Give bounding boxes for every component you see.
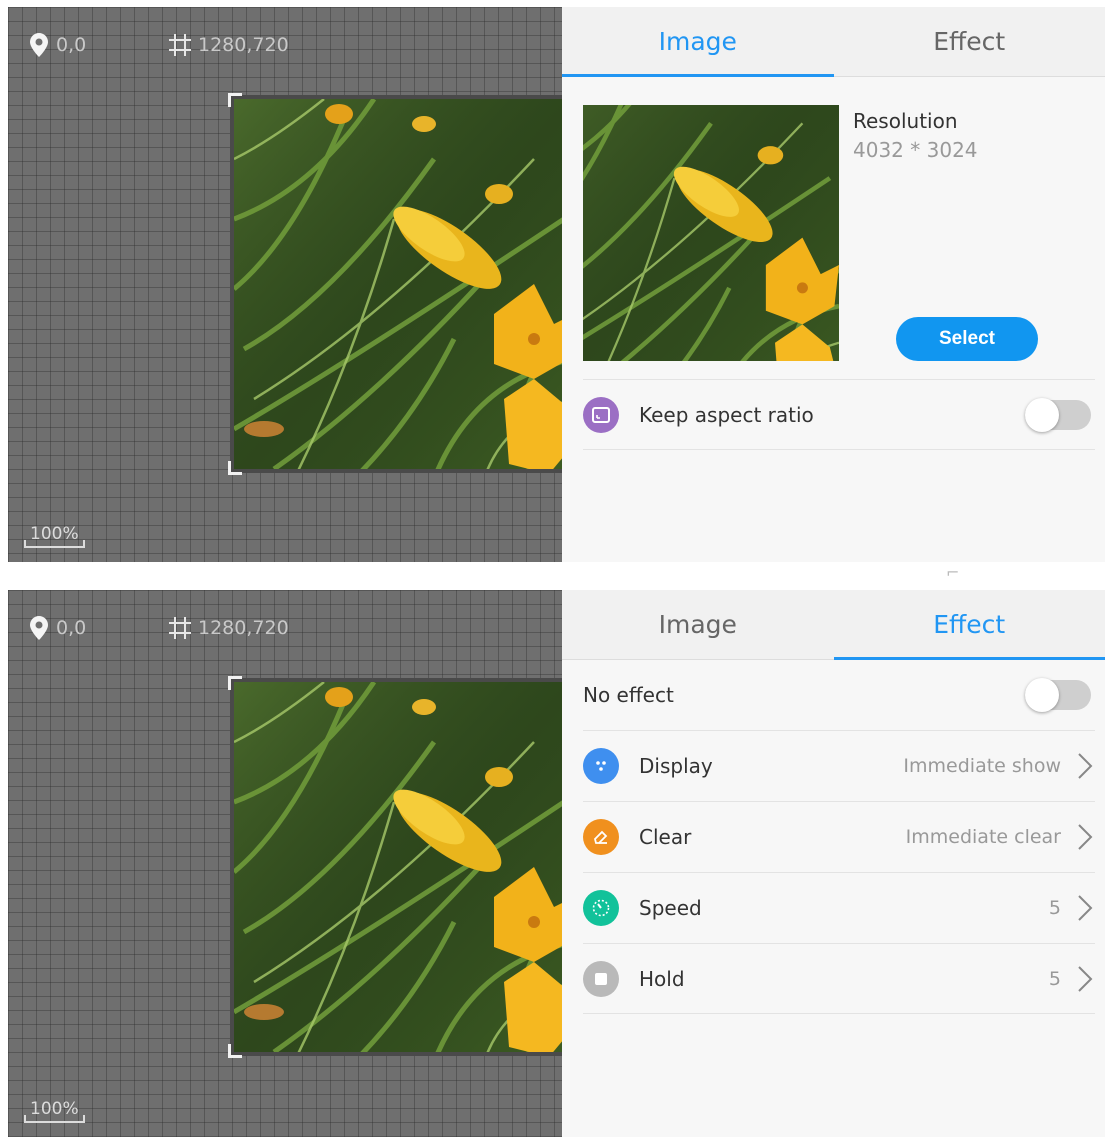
crop-grid-icon — [169, 34, 191, 56]
effect-row-hold[interactable]: Hold 5 — [583, 943, 1095, 1014]
hold-label: Hold — [639, 966, 685, 991]
resize-handle-top-left[interactable] — [228, 676, 242, 690]
resolution-value: 1280,720 — [198, 34, 289, 56]
tab-bar: Image Effect — [562, 7, 1105, 77]
resolution-readout: 1280,720 — [168, 33, 289, 57]
canvas-preview[interactable]: 0,0 1280,720 100% — [8, 7, 562, 562]
select-image-button[interactable]: Select — [896, 317, 1038, 361]
chevron-right-icon — [1078, 824, 1093, 850]
resize-handle-bottom-left[interactable] — [228, 1044, 242, 1058]
keep-aspect-row: Keep aspect ratio — [583, 379, 1095, 450]
location-pin-icon — [30, 33, 48, 57]
no-effect-toggle[interactable] — [1025, 678, 1091, 712]
stop-icon — [583, 960, 619, 997]
no-effect-row: No effect — [583, 660, 1095, 730]
position-value: 0,0 — [56, 34, 87, 56]
display-icon — [583, 748, 619, 784]
display-label: Display — [639, 754, 713, 778]
effect-tab-screen: 0,0 1280,720 100% Image Effect No effect… — [8, 590, 1105, 1137]
position-readout: 0,0 — [30, 616, 86, 640]
tab-image[interactable]: Image — [562, 7, 834, 77]
tab-image[interactable]: Image — [562, 590, 834, 659]
hook-mark-icon: ⌐ — [946, 563, 960, 582]
settings-panel: Image Effect Resolution 4032 * 3024 Sele… — [562, 7, 1105, 562]
display-value: Immediate show — [903, 755, 1061, 777]
no-effect-label: No effect — [583, 683, 674, 707]
resolution-value: 1280,720 — [198, 617, 289, 639]
speedometer-icon — [583, 890, 619, 926]
image-layer[interactable] — [228, 93, 562, 475]
image-info-card: Resolution 4032 * 3024 Select — [583, 105, 1095, 365]
hold-value: 5 — [1048, 967, 1061, 990]
clear-value: Immediate clear — [905, 826, 1061, 848]
keep-aspect-toggle[interactable] — [1025, 397, 1091, 432]
resolution-dimensions: 4032 * 3024 — [853, 138, 978, 162]
image-thumbnail — [583, 105, 839, 361]
resize-handle-bottom-left[interactable] — [228, 461, 242, 475]
image-layer[interactable] — [228, 676, 562, 1058]
resolution-readout: 1280,720 — [168, 616, 289, 640]
speed-label: Speed — [639, 896, 702, 920]
resolution-label: Resolution — [853, 109, 958, 133]
settings-panel: Image Effect No effect Display Immediate… — [562, 590, 1105, 1137]
canvas-preview[interactable]: 0,0 1280,720 100% — [8, 590, 562, 1137]
effect-row-clear[interactable]: Clear Immediate clear — [583, 801, 1095, 872]
chevron-right-icon — [1078, 895, 1093, 921]
tab-effect[interactable]: Effect — [834, 7, 1105, 76]
chevron-right-icon — [1078, 753, 1093, 779]
position-value: 0,0 — [56, 617, 87, 639]
position-readout: 0,0 — [30, 33, 86, 57]
crop-grid-icon — [169, 617, 191, 639]
zoom-level: 100% — [24, 524, 85, 548]
tab-bar: Image Effect — [562, 590, 1105, 660]
eraser-icon — [583, 819, 619, 855]
resize-handle-top-left[interactable] — [228, 93, 242, 107]
effect-row-speed[interactable]: Speed 5 — [583, 872, 1095, 943]
effect-row-display[interactable]: Display Immediate show — [583, 730, 1095, 801]
location-pin-icon — [30, 616, 48, 640]
speed-value: 5 — [1048, 897, 1061, 919]
image-tab-screen: 0,0 1280,720 100% Image Effect Resolutio… — [8, 7, 1105, 562]
tab-effect[interactable]: Effect — [833, 590, 1105, 660]
zoom-level: 100% — [24, 1099, 85, 1123]
clear-label: Clear — [639, 825, 692, 849]
aspect-ratio-icon — [583, 396, 619, 433]
chevron-right-icon — [1078, 965, 1093, 992]
